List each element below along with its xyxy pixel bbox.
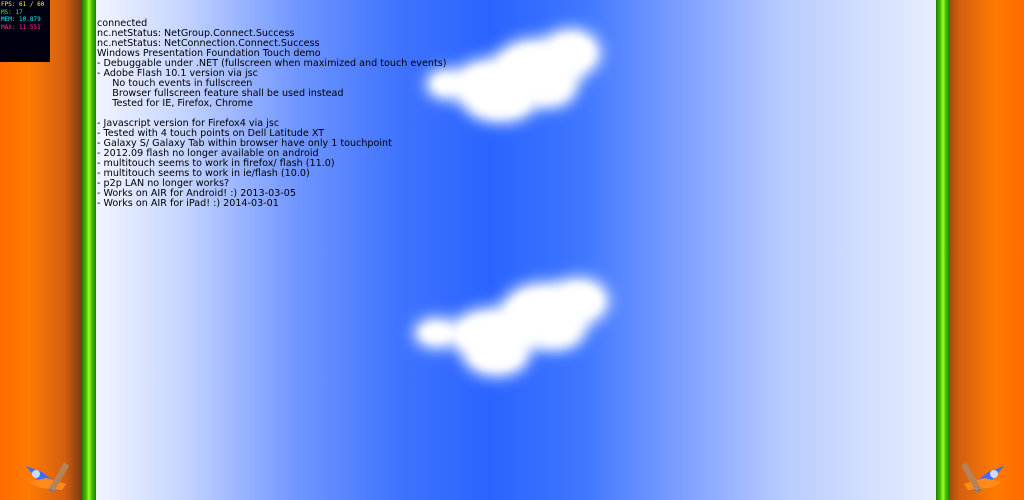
left-side-panel	[0, 0, 82, 500]
left-green-rail	[82, 0, 96, 500]
fps-readout: FPS: 61 / 60	[1, 1, 45, 8]
log-line: Tested for IE, Firefox, Chrome	[97, 98, 253, 109]
airplane-icon[interactable]	[960, 458, 1008, 498]
right-green-rail	[936, 0, 950, 500]
status-log: connected nc.netStatus: NetGroup.Connect.…	[97, 19, 617, 209]
max-readout: MAX: 11.551	[1, 23, 41, 31]
right-side-panel	[942, 0, 1024, 500]
mem-readout: MEM: 10.879	[1, 16, 41, 23]
log-line: - Works on AIR for iPad! :) 2014-03-01	[97, 198, 279, 209]
cloud-bottom[interactable]	[414, 272, 624, 382]
performance-stats: FPS: 61 / 60 MS: 17 MEM: 10.879 MAX: 11.…	[0, 0, 50, 62]
ms-readout: MS: 17	[1, 8, 23, 16]
airplane-icon[interactable]	[22, 458, 70, 498]
